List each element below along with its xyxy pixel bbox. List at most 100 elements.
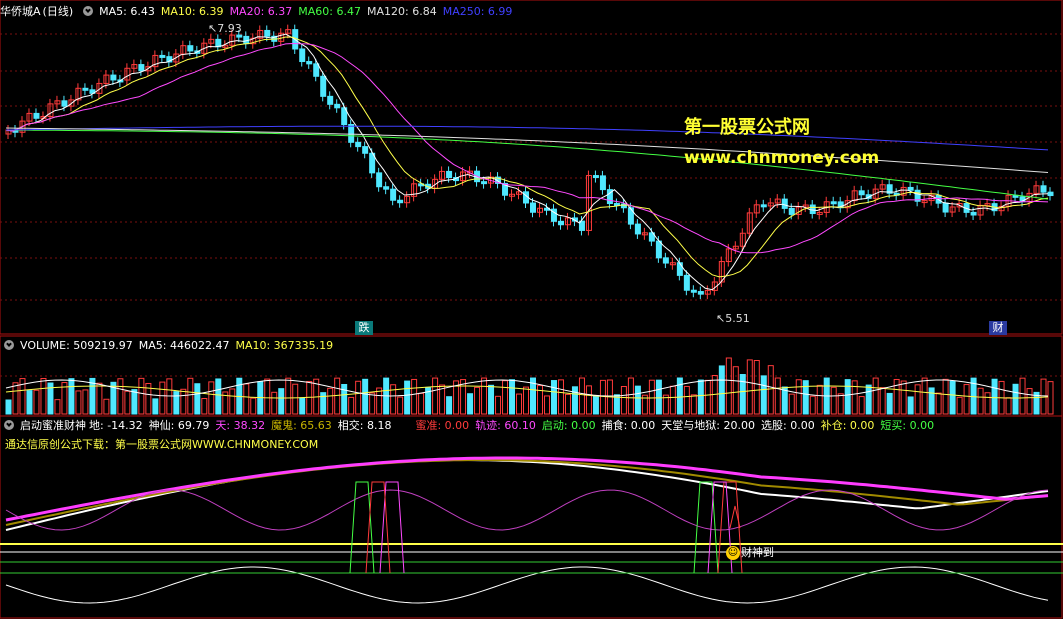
volume-bar <box>215 378 222 415</box>
candlestick <box>781 198 788 209</box>
stock-chart-canvas[interactable] <box>0 0 1063 619</box>
candlestick <box>1047 191 1054 197</box>
volume-bar <box>599 379 606 415</box>
watermark-url: www.chnmoney.com <box>684 148 880 168</box>
candlestick <box>110 74 117 81</box>
candlestick <box>362 146 369 154</box>
indicator-xuangu: 选股: 0.00 <box>761 419 815 432</box>
volume-bar <box>173 391 180 415</box>
volume-bar <box>12 382 19 415</box>
volume-bar <box>243 383 250 415</box>
volume-bar <box>26 390 33 415</box>
volume-bar <box>131 389 138 415</box>
volume-bar <box>571 386 578 415</box>
volume-bar <box>474 386 481 415</box>
indicator-qidong: 启动: 0.00 <box>541 419 596 432</box>
volume-bar <box>404 380 411 415</box>
dropdown-icon[interactable] <box>83 6 94 16</box>
candlestick <box>788 207 795 215</box>
volume-bar <box>830 386 837 415</box>
volume-bar <box>348 396 355 415</box>
volume-label: VOLUME: 509219.97 <box>20 339 133 352</box>
ma20-line <box>5 42 1049 254</box>
volume-bar <box>886 392 893 415</box>
volume-bar <box>1012 383 1019 415</box>
volume-bar <box>54 399 61 415</box>
indicator-tian: 天: 38.32 <box>215 419 266 432</box>
volume-bar <box>907 396 914 415</box>
candlestick <box>907 186 914 191</box>
volume-bar <box>75 390 82 415</box>
price-panel-header: 华侨城A (日线) MA5: 6.43 MA10: 6.39 MA20: 6.37 MA6… <box>0 4 518 20</box>
volume-bar <box>124 390 131 415</box>
volume-bar <box>5 399 12 415</box>
volume-bar <box>362 378 369 415</box>
volume-bar <box>117 378 124 415</box>
candlestick <box>858 190 865 196</box>
volume-bar <box>578 377 585 415</box>
ma10-label: MA10: 6.39 <box>160 5 224 18</box>
volume-bar <box>103 398 110 415</box>
volume-bar <box>264 378 271 415</box>
volume-bar <box>844 379 851 415</box>
volume-bar <box>802 380 809 415</box>
volume-bar <box>697 379 704 415</box>
volume-bar <box>935 392 942 415</box>
volume-bar <box>627 377 634 415</box>
volume-panel-header: VOLUME: 509219.97 MA5: 446022.47 MA10: 367… <box>0 338 339 354</box>
indicator-shenxian: 神仙: 69.79 <box>148 419 210 432</box>
candlestick <box>830 201 837 205</box>
volume-bar <box>488 384 495 415</box>
volume-bar <box>1026 388 1033 415</box>
volume-bar <box>397 396 404 415</box>
candlestick <box>697 291 704 295</box>
volume-bar <box>418 392 425 415</box>
volume-bar <box>152 398 159 415</box>
indicator-spike <box>693 481 719 574</box>
candlestick <box>557 220 564 226</box>
volume-bar <box>984 392 991 415</box>
volume-bar <box>334 377 341 415</box>
ma10-line <box>5 36 1049 278</box>
candlestick <box>683 274 690 291</box>
candlestick <box>634 223 641 235</box>
volume-bar <box>865 384 872 415</box>
volume-bar <box>194 383 201 415</box>
ma120-label: MA120: 6.84 <box>367 5 437 18</box>
indicator-thin-magenta-line <box>5 489 1049 531</box>
volume-bar <box>837 393 844 415</box>
volume-bar <box>788 393 795 415</box>
volume-bar <box>942 378 949 415</box>
indicator-spike <box>349 481 375 574</box>
volume-bar <box>355 380 362 415</box>
indicator-dropdown-icon[interactable] <box>4 420 14 430</box>
candlestick <box>760 204 767 208</box>
volume-bar <box>292 383 299 415</box>
candlestick <box>690 289 697 293</box>
candlestick <box>530 202 536 213</box>
indicator-olive-line <box>5 459 1049 526</box>
volume-bar <box>208 381 215 415</box>
ma5-label: MA5: 6.43 <box>99 5 155 18</box>
watermark-title: 第一股票公式网 <box>684 117 810 138</box>
indicator-spike <box>379 481 405 574</box>
candlestick <box>159 54 166 58</box>
candlestick <box>481 181 488 185</box>
price-panel-border <box>0 0 1063 335</box>
volume-bar <box>690 394 697 415</box>
volume-bar <box>495 395 502 415</box>
volume-bar <box>648 379 655 415</box>
volume-bar <box>592 395 599 415</box>
candlestick <box>327 95 334 105</box>
candlestick <box>299 48 306 63</box>
candlestick <box>809 204 816 215</box>
volume-dropdown-icon[interactable] <box>4 340 14 350</box>
candlestick <box>313 63 320 77</box>
volume-bar <box>467 393 474 415</box>
volume-bar <box>201 398 208 415</box>
volume-bar <box>956 396 963 415</box>
volume-bar <box>816 384 823 415</box>
volume-bar <box>523 386 530 415</box>
candlestick <box>355 141 362 148</box>
volume-bar <box>250 397 257 415</box>
